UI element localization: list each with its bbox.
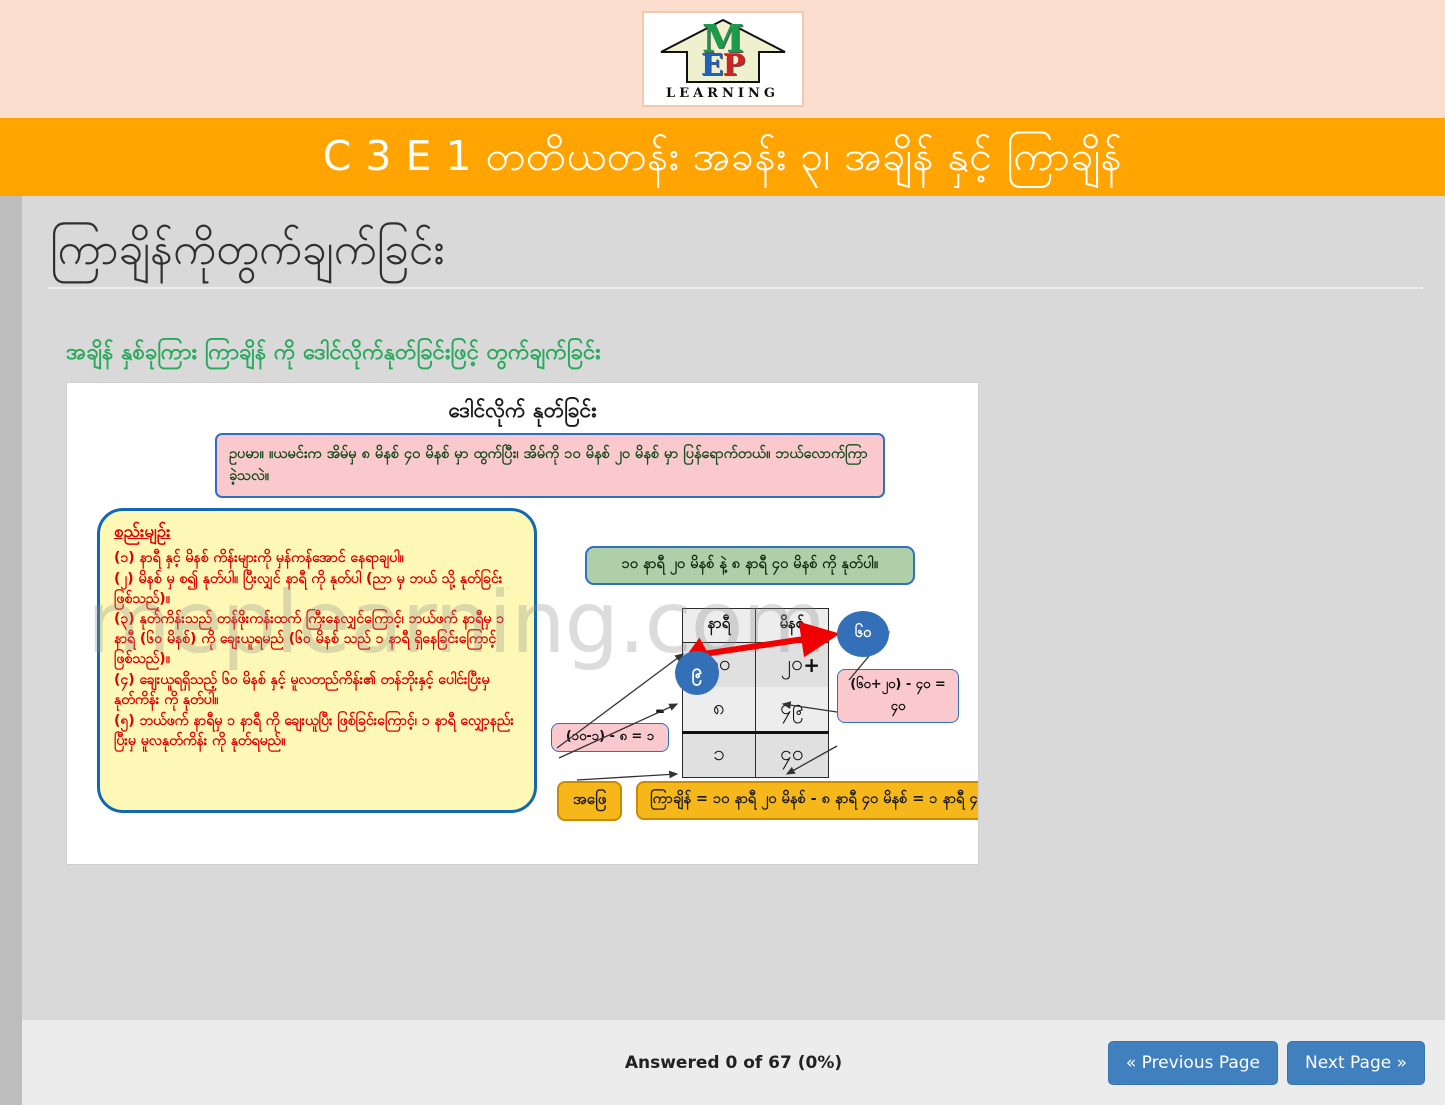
logo-letters: M EP — [659, 19, 787, 83]
slide-heading: ဒေါင်လိုက် နုတ်ခြင်း — [448, 397, 597, 422]
list-item: (၁) နာရီ နှင့် မိနစ် ကိန်းများကို မှန်ကန… — [114, 549, 404, 566]
instruction-pill: ၁၀ နာရီ ၂၀ မိနစ် နဲ့ ၈ နာရီ ၄၀ မိနစ် ကို… — [585, 545, 915, 585]
logo-wordmark: LEARNING — [666, 85, 779, 101]
footer-bar: Answered 0 of 67 (0%) « Previous Page Ne… — [22, 1020, 1445, 1105]
title-divider — [48, 286, 1423, 289]
house-icon: M EP — [659, 18, 787, 84]
rules-list: (၁) နာရီ နှင့် မိနစ် ကိန်းများကို မှန်ကန… — [114, 549, 520, 752]
rules-box: စည်းမျဉ်း (၁) နာရီ နှင့် မိနစ် ကိန်းများ… — [97, 507, 537, 813]
list-item: (၄) ချေးယူရရှိသည့် ၆၀ မိနစ် နှင့် မူလတည်… — [114, 672, 490, 708]
next-page-button[interactable]: Next Page » — [1287, 1040, 1425, 1085]
borrowed-minute-badge: ၆၀ — [837, 610, 889, 657]
footer-navigation: « Previous Page Next Page » — [1107, 1040, 1425, 1085]
borrowed-hour-badge: ၉ — [675, 650, 719, 695]
problem-statement: ဥပမာ။ ။ယမင်းက အိမ်မှ ၈ မိနစ် ၄၀ မိနစ် မှ… — [215, 432, 885, 498]
list-item: (၂) မိနစ် မှ စ၍ နုတ်ပါ။ ပြီးလျှင် နာရီ က… — [114, 570, 503, 607]
page-title: ကြာချိန်ကိုတွက်ချက်ခြင်း — [50, 224, 445, 275]
logo-letter-e: E — [700, 47, 724, 83]
content-area: ကြာချိန်ကိုတွက်ချက်ခြင်း အချိန် နှစ်ခုကြ… — [22, 196, 1445, 1105]
previous-page-button[interactable]: « Previous Page — [1107, 1040, 1279, 1085]
lesson-title: C 3 E 1 တတိယတန်း အခန်း ၃၊ အချိန် နှင့် က… — [322, 132, 1123, 181]
logo-banner: M EP LEARNING — [0, 0, 1445, 118]
list-item: (၅) ဘယ်ဖက် နာရီမှ ၁ နာရီ ကို ချေးယူပြီး … — [114, 712, 514, 749]
lesson-title-bar: C 3 E 1 တတိယတန်း အခန်း ၃၊ အချိန် နှင့် က… — [0, 118, 1445, 196]
answered-status: Answered 0 of 67 (0%) — [624, 1052, 843, 1073]
slide-card-main: meplearning.com ဒေါင်လိုက် နုတ်ခြင်း ဥပမ… — [66, 381, 979, 865]
logo-letter-p: P — [722, 47, 746, 83]
list-item: (၃) နုတ်ကိန်းသည် တန်ဖိုးကန်းထက် ကြီးနေလျ… — [114, 611, 504, 668]
rules-title: စည်းမျဉ်း — [114, 521, 171, 542]
page-body: ကြာချိန်ကိုတွက်ချက်ခြင်း အချိန် နှစ်ခုကြ… — [0, 196, 1445, 1105]
sub-heading: အချိန် နှစ်ခုကြား ကြာချိန် ကို ဒေါင်လိုက… — [66, 339, 601, 365]
left-rail — [0, 196, 22, 1105]
mep-learning-logo: M EP LEARNING — [641, 11, 804, 107]
